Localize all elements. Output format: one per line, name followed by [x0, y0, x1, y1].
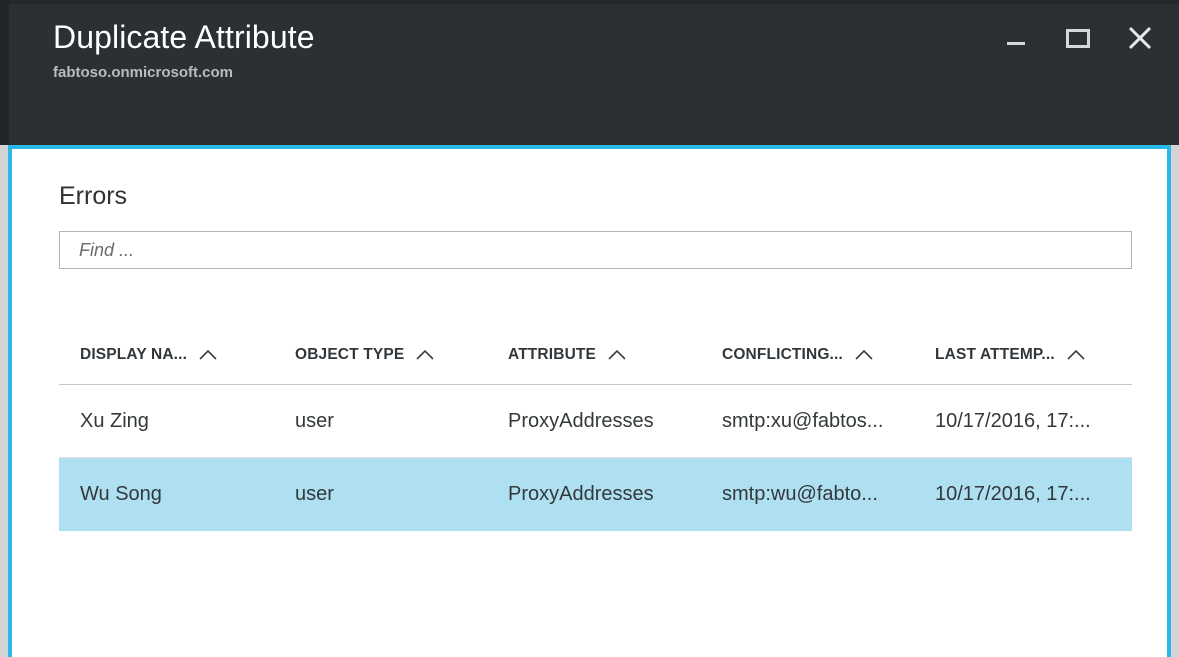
cell-last-attempted: 10/17/2016, 17:...	[914, 410, 1132, 433]
cell-text: Wu Song	[80, 482, 162, 505]
cell-attribute: ProxyAddresses	[487, 483, 701, 506]
table-row[interactable]: Wu Song user ProxyAddresses smtp:wu@fabt…	[59, 458, 1132, 531]
cell-display-name: Wu Song	[59, 483, 274, 506]
duplicate-attribute-window: Duplicate Attribute fabtoso.onmicrosoft.…	[0, 0, 1179, 657]
cell-object-type: user	[274, 410, 487, 433]
chevron-up-icon[interactable]	[415, 349, 435, 361]
cell-text: smtp:xu@fabtos...	[722, 409, 884, 432]
column-header-attribute[interactable]: ATTRIBUTE	[487, 346, 701, 364]
cell-text: 10/17/2016, 17:...	[935, 409, 1091, 432]
column-header-label: DISPLAY NA...	[80, 345, 188, 363]
cell-text: user	[295, 482, 334, 505]
column-header-label: CONFLICTING...	[722, 345, 843, 363]
column-header-label: LAST ATTEMP...	[935, 345, 1055, 363]
title-bar-left-edge	[0, 0, 9, 145]
cell-text: 10/17/2016, 17:...	[935, 482, 1091, 505]
title-bar[interactable]: Duplicate Attribute fabtoso.onmicrosoft.…	[0, 0, 1179, 145]
section-title: Errors	[59, 182, 128, 210]
title-bar-top-edge	[0, 0, 1179, 4]
cell-conflicting-value: smtp:wu@fabto...	[701, 483, 914, 506]
close-icon	[1125, 23, 1155, 53]
cell-text: smtp:wu@fabto...	[722, 482, 878, 505]
maximize-icon	[1063, 23, 1093, 53]
table-row[interactable]: Xu Zing user ProxyAddresses smtp:xu@fabt…	[59, 385, 1132, 458]
chevron-up-icon[interactable]	[854, 349, 874, 361]
window-left-gutter	[0, 145, 8, 657]
cell-conflicting-value: smtp:xu@fabtos...	[701, 410, 914, 433]
chevron-up-icon[interactable]	[198, 349, 218, 361]
page-title: Duplicate Attribute	[53, 19, 315, 55]
search-input[interactable]	[60, 232, 1131, 268]
title-block: Duplicate Attribute fabtoso.onmicrosoft.…	[53, 17, 315, 82]
minimize-button[interactable]	[985, 10, 1047, 66]
content-panel: Errors DISPLAY NA...	[8, 145, 1171, 657]
window-controls	[985, 10, 1171, 66]
window-right-gutter	[1171, 145, 1179, 657]
chevron-up-icon[interactable]	[607, 349, 627, 361]
cell-text: ProxyAddresses	[508, 482, 654, 505]
content-inner: Errors DISPLAY NA...	[12, 149, 1167, 657]
column-header-object-type[interactable]: OBJECT TYPE	[274, 346, 487, 364]
cell-text: ProxyAddresses	[508, 409, 654, 432]
tenant-subtitle: fabtoso.onmicrosoft.com	[53, 64, 234, 81]
close-button[interactable]	[1109, 10, 1171, 66]
cell-last-attempted: 10/17/2016, 17:...	[914, 483, 1132, 506]
cell-object-type: user	[274, 483, 487, 506]
maximize-button[interactable]	[1047, 10, 1109, 66]
search-box[interactable]	[59, 231, 1132, 269]
cell-text: user	[295, 409, 334, 432]
column-header-conflicting-value[interactable]: CONFLICTING...	[701, 346, 914, 364]
column-header-display-name[interactable]: DISPLAY NA...	[59, 346, 274, 364]
cell-display-name: Xu Zing	[59, 410, 274, 433]
table-header-row: DISPLAY NA... OBJECT TYPE ATTRIBUTE CONF…	[59, 325, 1132, 385]
errors-table: DISPLAY NA... OBJECT TYPE ATTRIBUTE CONF…	[59, 325, 1132, 531]
chevron-up-icon[interactable]	[1066, 349, 1086, 361]
column-header-label: ATTRIBUTE	[508, 345, 597, 363]
column-header-last-attempted[interactable]: LAST ATTEMP...	[914, 346, 1132, 364]
cell-attribute: ProxyAddresses	[487, 410, 701, 433]
cell-text: Xu Zing	[80, 409, 149, 432]
minimize-icon	[1003, 25, 1029, 51]
column-header-label: OBJECT TYPE	[295, 345, 405, 363]
